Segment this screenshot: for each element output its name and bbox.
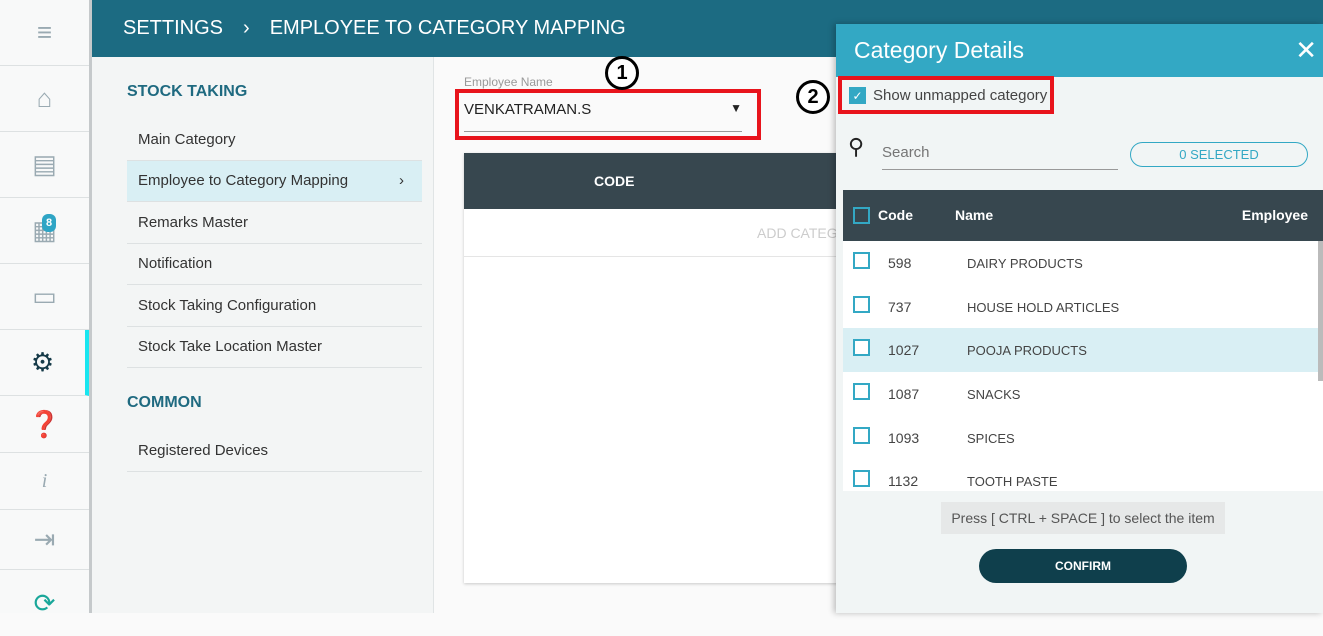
notification-badge: 8 <box>42 214 57 232</box>
row-checkbox[interactable] <box>853 470 870 488</box>
annotation-marker: 1 <box>605 56 639 90</box>
gear-icon[interactable]: ⚙ <box>0 330 89 396</box>
row-checkbox[interactable] <box>853 295 870 313</box>
row-code: 1093 <box>888 429 920 446</box>
chevron-right-icon: › <box>399 172 404 190</box>
mapping-table: CODE ADD CATEGORY <box>464 153 844 583</box>
home-icon[interactable]: ⌂ <box>0 66 89 132</box>
scrollbar[interactable] <box>1318 241 1323 381</box>
search-input[interactable] <box>882 136 1118 170</box>
highlight-box <box>838 76 1054 114</box>
table-row[interactable]: 737 HOUSE HOLD ARTICLES <box>843 285 1323 329</box>
box-icon[interactable]: ▭ <box>0 264 89 330</box>
select-all-checkbox[interactable] <box>853 207 870 224</box>
column-employee: Employee <box>1241 207 1308 223</box>
info-icon[interactable]: i <box>0 453 89 510</box>
table-row[interactable]: 1087 SNACKS <box>843 372 1323 416</box>
close-icon[interactable]: ✕ <box>1295 35 1317 66</box>
nav-item-registered-devices[interactable]: Registered Devices <box>127 430 422 472</box>
report-icon[interactable]: ▤ <box>0 132 89 198</box>
nav-item-stock-taking-config[interactable]: Stock Taking Configuration <box>127 285 422 327</box>
annotation-marker: 2 <box>796 80 830 114</box>
nav-item-notification[interactable]: Notification <box>127 244 422 285</box>
menu-icon[interactable]: ≡ <box>0 0 89 66</box>
table-header: Code Name Employee <box>843 190 1323 241</box>
chevron-right-icon: › <box>243 17 250 39</box>
row-name: TOOTH PASTE <box>967 474 1058 490</box>
row-name: DAIRY PRODUCTS <box>967 256 1083 271</box>
column-code: Code <box>878 207 913 223</box>
selected-count-button[interactable]: 0 SELECTED <box>1130 142 1308 167</box>
table-row[interactable]: 1027 POOJA PRODUCTS <box>843 328 1323 373</box>
row-code: 737 <box>888 298 912 315</box>
panel-title: Category Details <box>854 37 1025 63</box>
row-checkbox[interactable] <box>853 426 870 444</box>
row-checkbox[interactable] <box>853 252 870 269</box>
row-name: HOUSE HOLD ARTICLES <box>967 299 1120 315</box>
section-title: COMMON <box>127 394 202 411</box>
row-name: SPICES <box>967 430 1015 446</box>
row-code: 598 <box>888 255 912 271</box>
row-code: 1087 <box>888 386 920 403</box>
nav-item-remarks-master[interactable]: Remarks Master <box>127 202 422 244</box>
nav-item-main-category[interactable]: Main Category <box>127 119 422 161</box>
calendar-icon[interactable]: ▦8 <box>0 198 89 264</box>
section-title: STOCK TAKING <box>127 83 248 100</box>
table-row[interactable]: 1093 SPICES <box>843 416 1323 460</box>
sync-icon[interactable]: ⟳ <box>0 570 89 636</box>
table-row[interactable]: 598 DAIRY PRODUCTS <box>843 241 1323 285</box>
app-sidebar: ≡ ⌂ ▤ ▦8 ▭ ⚙ ❓ i ⇥ ⟳ <box>0 0 92 618</box>
settings-nav: STOCK TAKING Main Category Employee to C… <box>92 57 434 613</box>
row-code: 1027 <box>888 342 920 359</box>
row-name: SNACKS <box>967 387 1021 403</box>
nav-item-employee-category-mapping[interactable]: Employee to Category Mapping › <box>127 160 422 202</box>
column-name: Name <box>955 207 994 223</box>
table-row[interactable]: 1132 TOOTH PASTE <box>843 459 1323 491</box>
logout-icon[interactable]: ⇥ <box>0 510 89 570</box>
row-code: 1132 <box>888 473 919 490</box>
search-icon: ⚲ <box>848 134 865 159</box>
help-icon[interactable]: ❓ <box>0 396 89 453</box>
employee-name-label: Employee Name <box>464 75 553 89</box>
add-category-link[interactable]: ADD CATEGORY <box>464 209 844 257</box>
category-list[interactable]: 598 DAIRY PRODUCTS 737 HOUSE HOLD ARTICLES 1… <box>843 241 1323 491</box>
keyboard-hint: Press [ CTRL + SPACE ] to select the ite… <box>941 502 1225 534</box>
confirm-button[interactable]: CONFIRM <box>979 549 1187 583</box>
breadcrumb-current: EMPLOYEE TO CATEGORY MAPPING <box>269 17 626 39</box>
nav-item-location-master[interactable]: Stock Take Location Master <box>127 327 422 368</box>
row-checkbox[interactable] <box>853 383 870 401</box>
row-name: POOJA PRODUCTS <box>967 343 1087 359</box>
column-header-code: CODE <box>464 153 844 209</box>
highlight-box <box>455 89 761 140</box>
row-checkbox[interactable] <box>853 339 870 357</box>
breadcrumb-settings[interactable]: SETTINGS <box>123 17 223 40</box>
